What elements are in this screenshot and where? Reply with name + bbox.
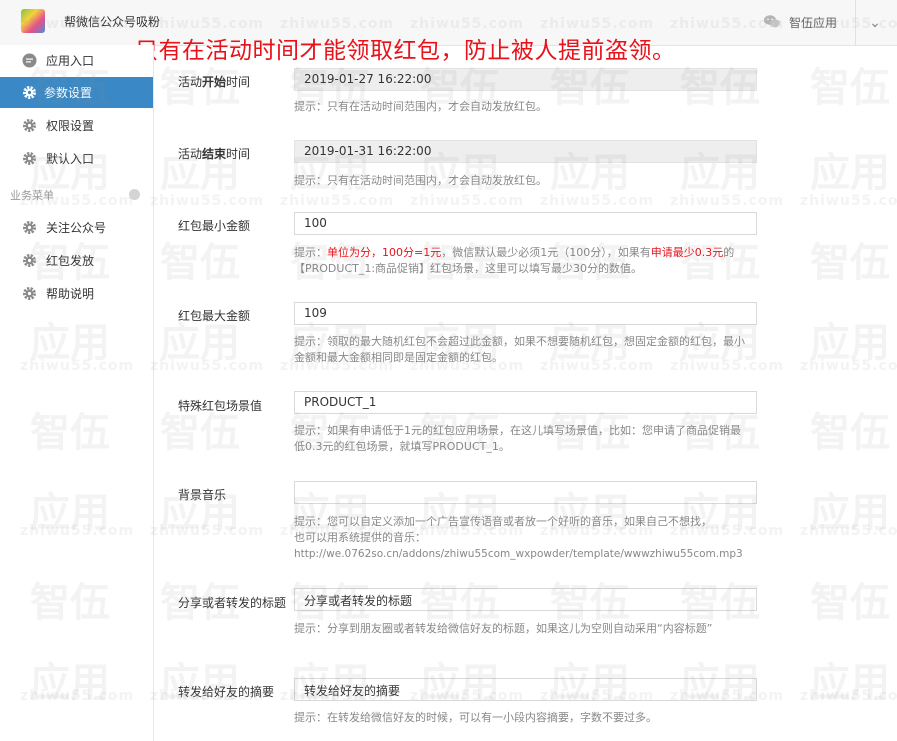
- sidebar-item-app-entry[interactable]: 应用入口: [0, 45, 153, 76]
- sidebar-item-label: 默认入口: [46, 152, 95, 166]
- gear-icon: [23, 254, 36, 267]
- gear-icon: [23, 152, 36, 165]
- sidebar-item-params[interactable]: 参数设置: [0, 77, 153, 108]
- share-desc-input[interactable]: 转发给好友的摘要: [294, 678, 757, 701]
- top-divider: [855, 0, 856, 45]
- wechat-icon: [764, 15, 780, 28]
- gear-icon: [23, 221, 36, 234]
- sidebar-item-label: 红包发放: [46, 254, 95, 268]
- share-desc-hint: 提示：在转发给微信好友的时候，可以有一小段内容摘要，字数不要过多。: [294, 711, 657, 724]
- end-time-hint: 提示：只有在活动时间范围内，才会自动发放红包。: [294, 174, 547, 187]
- sidebar: 应用入口 参数设置 权限设置 默认入口 业务菜单 关注公众号 红包发放 帮助说明: [0, 45, 154, 741]
- min-amount-input[interactable]: 100: [294, 212, 757, 235]
- sidebar-item-default-entry[interactable]: 默认入口: [0, 143, 153, 174]
- sidebar-item-label: 帮助说明: [46, 287, 95, 301]
- max-amount-hint: 提示：领取的最大随机红包不会超过此金额，如果不想要随机红包，想固定金额的红包，最…: [294, 335, 745, 364]
- min-amount-label: 红包最小金额: [178, 219, 251, 233]
- max-amount-label: 红包最大金额: [178, 309, 251, 323]
- end-time-label: 活动结束时间: [178, 147, 251, 161]
- app-title: 帮微信公众号吸粉: [64, 15, 161, 29]
- gear-icon: [23, 287, 36, 300]
- settings-form: 活动开始时间 2019-01-27 16:22:00 提示：只有在活动时间范围内…: [154, 45, 897, 741]
- scene-value-input[interactable]: PRODUCT_1: [294, 391, 757, 414]
- share-title-hint: 提示：分享到朋友圈或者转发给微信好友的标题，如果这儿为空则自动采用“内容标题”: [294, 622, 713, 635]
- start-time-label: 活动开始时间: [178, 75, 251, 89]
- sidebar-item-help[interactable]: 帮助说明: [0, 278, 153, 309]
- sidebar-item-redpacket[interactable]: 红包发放: [0, 245, 153, 276]
- share-title-label: 分享或者转发的标题: [178, 596, 287, 610]
- sidebar-item-follow[interactable]: 关注公众号: [0, 212, 153, 243]
- min-amount-hint: 提示：单位为分，100分=1元，微信默认最少必须1元（100分），如果有申请最少…: [294, 246, 735, 275]
- bg-music-input[interactable]: [294, 481, 757, 504]
- sidebar-item-label: 应用入口: [46, 54, 95, 68]
- app-logo: [21, 9, 45, 33]
- start-time-hint: 提示：只有在活动时间范围内，才会自动发放红包。: [294, 100, 547, 113]
- scene-value-label: 特殊红包场景值: [178, 399, 263, 413]
- chat-bubble-icon: [22, 53, 37, 68]
- end-time-input[interactable]: 2019-01-31 16:22:00: [294, 140, 757, 163]
- gear-icon: [23, 86, 36, 99]
- chevron-down-icon[interactable]: ⌄: [864, 12, 886, 34]
- section-collapse-dot[interactable]: [129, 189, 140, 200]
- share-title-input[interactable]: 分享或者转发的标题: [294, 588, 757, 611]
- share-desc-label: 转发给好友的摘要: [178, 685, 275, 699]
- gear-icon: [23, 119, 36, 132]
- sidebar-item-label: 权限设置: [46, 119, 95, 133]
- scene-value-hint: 提示：如果有申请低于1元的红包应用场景，在这儿填写场景值，比如：您申请了商品促销…: [294, 424, 741, 453]
- sidebar-section-title: 业务菜单: [10, 189, 54, 202]
- start-time-input[interactable]: 2019-01-27 16:22:00: [294, 68, 757, 91]
- sidebar-item-label: 关注公众号: [46, 221, 107, 235]
- account-name[interactable]: 智伍应用: [789, 14, 837, 31]
- bg-music-hint: 提示：您可以自定义添加一个广告宣传语音或者放一个好听的音乐，如果自己不想找， 也…: [294, 515, 743, 560]
- sidebar-item-label: 参数设置: [44, 86, 93, 100]
- bg-music-label: 背景音乐: [178, 488, 227, 502]
- sidebar-item-permissions[interactable]: 权限设置: [0, 110, 153, 141]
- max-amount-input[interactable]: 109: [294, 302, 757, 325]
